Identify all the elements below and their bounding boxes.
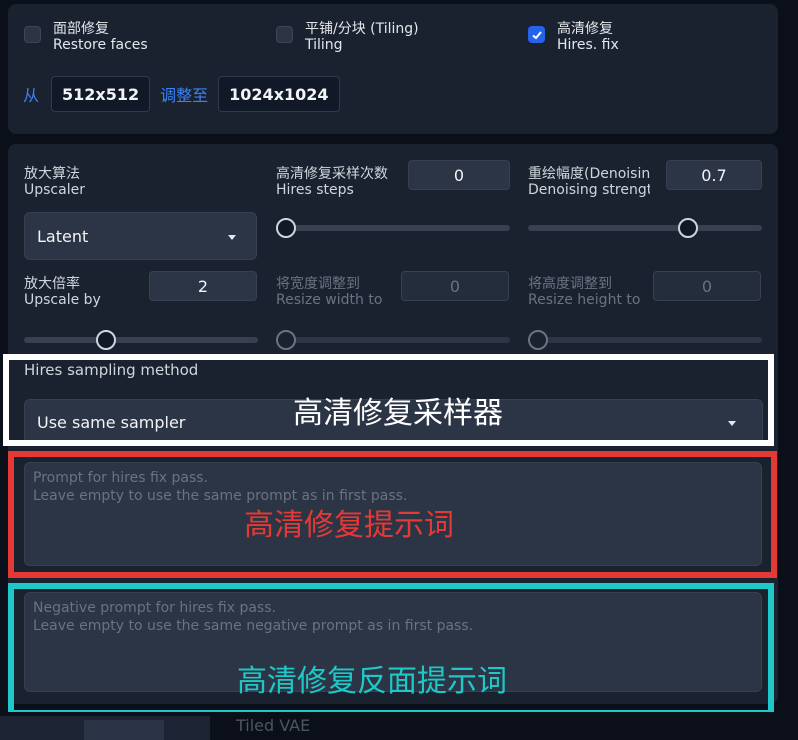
denoising-input[interactable]: 0.7 (666, 160, 762, 190)
resize-height-label: 将高度调整到 Resize height to (528, 276, 641, 308)
hires-fix-checkbox[interactable] (528, 26, 545, 43)
upscaler-dropdown[interactable]: Latent (24, 212, 257, 260)
tiling-checkbox[interactable] (276, 26, 293, 43)
denoising-slider-thumb[interactable] (678, 218, 698, 238)
tiled-vae-label: Tiled VAE (236, 716, 311, 735)
restore-faces-label-zh: 面部修复 (53, 21, 109, 37)
hires-fix-toggle[interactable]: 高清修复 Hires. fix (528, 21, 619, 53)
tiling-toggle[interactable]: 平铺/分块 (Tiling) Tiling (276, 21, 419, 53)
upscale-by-slider-thumb[interactable] (96, 330, 116, 350)
resize-height-input[interactable]: 0 (653, 271, 761, 301)
hires-steps-slider[interactable] (276, 218, 510, 238)
resize-width-slider[interactable] (276, 330, 510, 350)
upscale-by-slider[interactable] (24, 330, 258, 350)
resize-info: 从 512x512 调整至 1024x1024 (23, 76, 340, 112)
preview-thumbnail-inner (84, 720, 164, 740)
hires-fix-label-en: Hires. fix (557, 37, 619, 53)
upscale-by-input[interactable]: 2 (149, 271, 257, 301)
upscale-by-label: 放大倍率 Upscale by (24, 276, 101, 308)
resize-width-input[interactable]: 0 (401, 271, 509, 301)
hires-prompt-annotation: 高清修复提示词 (244, 508, 454, 543)
hires-fix-label-zh: 高清修复 (557, 21, 613, 37)
upscaler-selected: Latent (37, 226, 89, 246)
hires-steps-input[interactable]: 0 (408, 160, 510, 190)
from-label: 从 (23, 86, 40, 105)
to-label: 调整至 (160, 86, 209, 105)
hires-steps-slider-thumb[interactable] (276, 218, 296, 238)
resize-height-slider-thumb[interactable] (528, 330, 548, 350)
from-size: 512x512 (51, 76, 151, 112)
denoising-slider[interactable] (528, 218, 762, 238)
tiling-label-en: Tiling (305, 37, 343, 53)
upscaler-label: 放大算法 Upscaler (24, 166, 85, 198)
chevron-down-icon (228, 235, 236, 240)
resize-width-label: 将宽度调整到 Resize width to (276, 276, 383, 308)
denoising-label: 重绘幅度(Denoising Denoising strength (528, 166, 650, 198)
resize-height-slider[interactable] (528, 330, 762, 350)
to-size: 1024x1024 (218, 76, 340, 112)
checkmark-icon (531, 30, 542, 39)
tiling-label-zh: 平铺/分块 (Tiling) (305, 21, 419, 37)
restore-faces-label-en: Restore faces (53, 37, 148, 53)
sampler-annotation: 高清修复采样器 (293, 396, 503, 431)
resize-width-slider-thumb[interactable] (276, 330, 296, 350)
hires-steps-label: 高清修复采样次数 Hires steps (276, 166, 388, 198)
hires-negative-prompt-annotation: 高清修复反面提示词 (237, 664, 507, 699)
restore-faces-checkbox[interactable] (24, 26, 41, 43)
restore-faces-toggle[interactable]: 面部修复 Restore faces (24, 21, 148, 53)
